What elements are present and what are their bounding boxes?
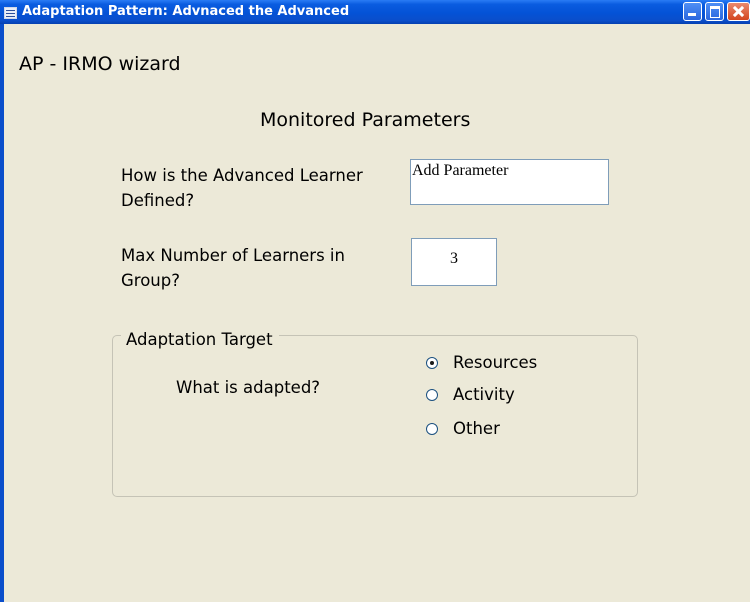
- maximize-button[interactable]: [705, 2, 724, 21]
- window-frame-left: [0, 24, 4, 602]
- radio-unselected-icon[interactable]: [426, 423, 438, 435]
- radio-unselected-icon[interactable]: [426, 389, 438, 401]
- window-title: Adaptation Pattern: Advnaced the Advance…: [22, 4, 350, 19]
- close-button[interactable]: [727, 2, 750, 21]
- wizard-window: Adaptation Pattern: Advnaced the Advance…: [0, 0, 750, 602]
- radio-label-other: Other: [453, 419, 500, 438]
- max-learners-label: Max Number of Learners in Group?: [121, 246, 345, 290]
- adaptation-target-group: [112, 335, 638, 497]
- minimize-button[interactable]: [683, 2, 702, 21]
- radio-selected-icon[interactable]: [426, 357, 438, 369]
- adaptation-target-title: Adaptation Target: [121, 330, 279, 349]
- radio-label-resources: Resources: [453, 353, 538, 372]
- max-learners-field[interactable]: 3: [411, 238, 497, 286]
- wizard-heading: AP - IRMO wizard: [19, 53, 181, 75]
- form-icon: [4, 7, 17, 19]
- advanced-learner-field[interactable]: Add Parameter: [410, 159, 609, 205]
- section-title: Monitored Parameters: [260, 109, 471, 131]
- title-bar[interactable]: Adaptation Pattern: Advnaced the Advance…: [0, 0, 750, 24]
- radio-label-activity: Activity: [453, 385, 515, 404]
- what-adapted-label: What is adapted?: [176, 378, 321, 397]
- advanced-learner-label: How is the Advanced Learner Defined?: [121, 166, 363, 210]
